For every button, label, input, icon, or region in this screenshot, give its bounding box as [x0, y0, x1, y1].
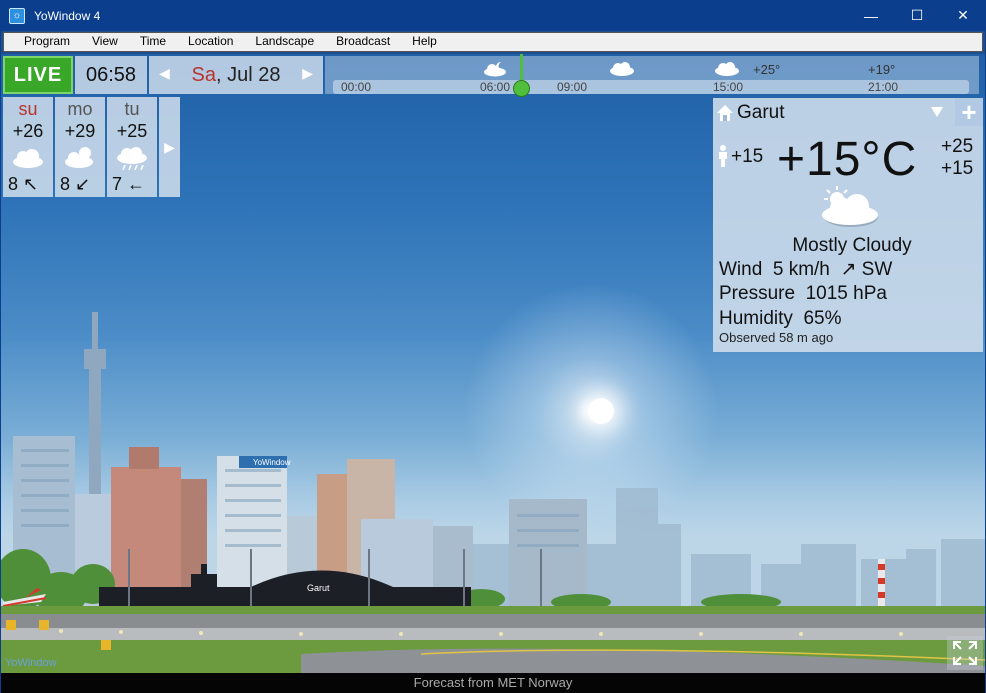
- menu-landscape[interactable]: Landscape: [244, 32, 325, 52]
- tv-tower: [84, 312, 106, 509]
- humidity-row: Humidity 65%: [719, 308, 842, 330]
- wind-direction-icon: ←: [127, 174, 146, 194]
- timeline-temp: +19°: [868, 62, 896, 77]
- forecast-wind: 8: [8, 174, 19, 194]
- date-weekday: Sa: [191, 63, 216, 86]
- title-bar: ☼ YoWindow 4 — ☐ ✕: [0, 0, 986, 31]
- live-button[interactable]: LIVE: [3, 56, 73, 94]
- menu-bar: Program View Time Location Landscape Bro…: [3, 32, 983, 52]
- menu-time[interactable]: Time: [129, 32, 177, 52]
- observed-time: Observed 58 m ago: [719, 330, 834, 345]
- current-time[interactable]: 06:58: [75, 56, 147, 94]
- forecast-day-name: su: [18, 99, 38, 119]
- menu-program[interactable]: Program: [13, 32, 81, 52]
- forecast-day[interactable]: tu +25 7 ←: [107, 97, 157, 197]
- forecast-day-name: mo: [67, 99, 93, 119]
- current-weather-panel: Garut + +15 +15°C +25 +15 Mostly Cloudy …: [713, 97, 983, 352]
- chevron-down-icon[interactable]: [930, 106, 944, 118]
- wind-direction-icon: ↖: [23, 174, 39, 194]
- prev-day-arrow-icon[interactable]: ◀: [159, 65, 170, 82]
- date-text: , Jul 28: [215, 63, 281, 86]
- forecast-day[interactable]: su +26 8 ↖: [3, 97, 53, 197]
- pressure-row: Pressure 1015 hPa: [719, 283, 887, 305]
- timeline-hour: 06:00: [480, 80, 511, 94]
- forecast-day-name: tu: [124, 99, 140, 119]
- forecast-temp: +25: [116, 121, 148, 141]
- forecast-source[interactable]: Forecast from MET Norway: [1, 673, 985, 693]
- timeline[interactable]: 00:00 06:00 09:00 15:00 21:00 +25° +19°: [325, 54, 979, 97]
- cloud-icon: [715, 62, 739, 76]
- rain-cloud-icon: [117, 147, 147, 171]
- yowindow-watermark[interactable]: YoWindow: [5, 657, 57, 669]
- wind-arrow-icon: ↗: [840, 259, 857, 280]
- fullscreen-icon: [953, 641, 977, 665]
- high-temp: +25: [941, 136, 974, 157]
- forecast-next-arrow-icon[interactable]: ▶: [159, 97, 180, 197]
- window-title: YoWindow 4: [34, 8, 101, 23]
- timeline-hour: 15:00: [713, 80, 744, 94]
- menu-view[interactable]: View: [81, 32, 129, 52]
- menu-broadcast[interactable]: Broadcast: [325, 32, 401, 52]
- runway: [1, 614, 985, 628]
- timeline-slider-knob[interactable]: [513, 80, 530, 97]
- humidity-value: 65%: [803, 308, 842, 329]
- timeline-hour: 00:00: [341, 80, 372, 94]
- feels-like-temp: +15: [731, 146, 764, 167]
- wind-label: Wind: [719, 259, 763, 280]
- wind-value: 5 km/h: [772, 259, 830, 280]
- forecast-temp: +26: [12, 121, 44, 141]
- app-icon: ☼: [9, 7, 25, 24]
- daily-forecast: su +26 8 ↖ mo +29 8 ↙ tu +25 7 ← ▶: [3, 97, 180, 197]
- menu-location[interactable]: Location: [177, 32, 244, 52]
- current-temperature[interactable]: +15°C: [777, 132, 917, 187]
- night-cloud-icon: [484, 62, 506, 77]
- wind-direction: SW: [861, 259, 893, 280]
- weather-scene: YoWindow Garut LIVE 06:58 ◀ Sa , Jul 28 …: [1, 54, 985, 673]
- home-icon: [717, 105, 733, 121]
- control-bar: LIVE 06:58 ◀ Sa, Jul 28 ▶ 00:00 06:00 09…: [3, 54, 983, 97]
- mostly-cloudy-icon: [822, 186, 878, 227]
- fullscreen-button[interactable]: [947, 636, 983, 670]
- building-sign: YoWindow: [253, 458, 291, 467]
- menu-help[interactable]: Help: [401, 32, 448, 52]
- forecast-wind: 8: [60, 174, 71, 194]
- wind-row: Wind 5 km/h ↗ SW: [719, 258, 892, 281]
- maximize-button[interactable]: ☐: [894, 0, 940, 31]
- terminal-sign: Garut: [307, 583, 330, 593]
- window-controls: — ☐ ✕: [848, 0, 986, 31]
- forecast-wind: 7: [112, 174, 123, 194]
- person-icon: [719, 145, 727, 167]
- humidity-label: Humidity: [719, 308, 793, 329]
- pressure-value: 1015 hPa: [805, 283, 887, 304]
- wind-direction-icon: ↙: [75, 174, 91, 194]
- cloud-icon: [610, 62, 634, 76]
- next-day-arrow-icon[interactable]: ▶: [302, 65, 313, 82]
- date-selector: ◀ Sa, Jul 28 ▶: [149, 56, 323, 94]
- sun-cloud-icon: [65, 147, 93, 168]
- location-name[interactable]: Garut: [737, 102, 785, 124]
- timeline-temp: +25°: [753, 62, 781, 77]
- location-header[interactable]: Garut +: [713, 97, 983, 128]
- cloud-icon: [13, 149, 43, 168]
- timeline-hour: 09:00: [557, 80, 588, 94]
- forecast-temp: +29: [64, 121, 96, 141]
- low-temp: +15: [941, 158, 974, 179]
- pressure-label: Pressure: [719, 283, 796, 304]
- add-location-button[interactable]: +: [955, 97, 983, 127]
- timeline-hour: 21:00: [868, 80, 899, 94]
- minimize-button[interactable]: —: [848, 0, 894, 31]
- close-button[interactable]: ✕: [940, 0, 986, 31]
- forecast-day[interactable]: mo +29 8 ↙: [55, 97, 105, 197]
- weather-condition: Mostly Cloudy: [792, 235, 912, 256]
